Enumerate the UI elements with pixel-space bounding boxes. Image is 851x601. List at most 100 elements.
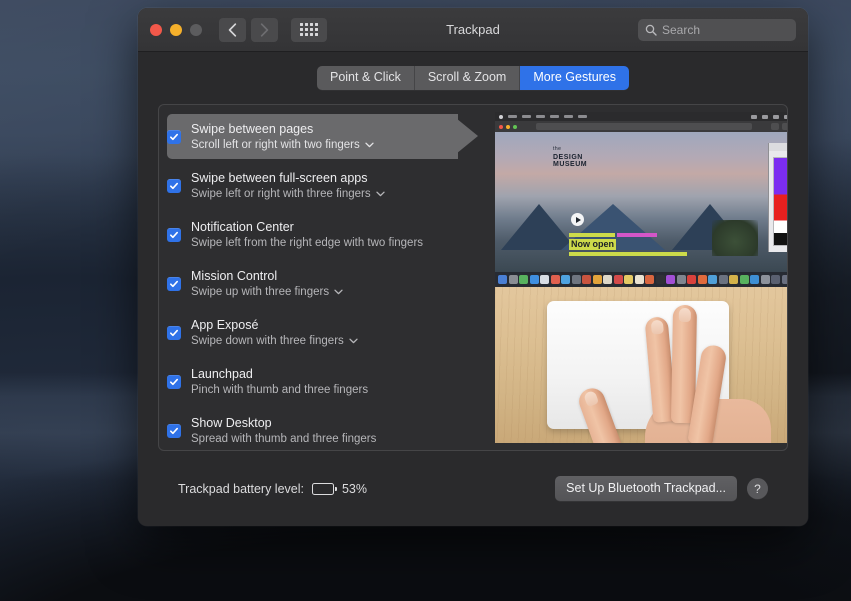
gesture-subtitle: Swipe left from the right edge with two … — [191, 237, 424, 249]
gesture-row-swipe-between-full-screen-apps[interactable]: Swipe between full-screen apps Swipe lef… — [159, 161, 491, 210]
chevron-left-icon — [228, 22, 237, 37]
footer-actions: Set Up Bluetooth Trackpad... ? — [555, 476, 768, 501]
close-button[interactable] — [150, 23, 162, 36]
gesture-subtitle-row: Swipe left from the right edge with two … — [191, 236, 423, 251]
gesture-subtitle-row: Swipe left or right with three fingers — [191, 187, 385, 202]
gesture-text: Mission Control Swipe up with three fing… — [191, 267, 343, 300]
zoom-button — [190, 23, 202, 36]
gesture-title: Launchpad — [191, 367, 253, 381]
gesture-list: Swipe between pages Scroll left or right… — [159, 105, 491, 450]
gesture-subtitle-row: Pinch with thumb and three fingers — [191, 383, 368, 398]
set-up-bluetooth-trackpad-button[interactable]: Set Up Bluetooth Trackpad... — [555, 476, 737, 501]
gesture-subtitle-row: Spread with thumb and three fingers — [191, 432, 376, 447]
gesture-subtitle: Spread with thumb and three fingers — [191, 433, 377, 445]
demo-play-icon — [571, 213, 584, 226]
battery-icon — [311, 482, 337, 495]
search-input[interactable] — [662, 23, 789, 37]
gesture-row-app-expose[interactable]: App Exposé Swipe down with three fingers — [159, 308, 491, 357]
window-body: Point & Click Scroll & Zoom More Gesture… — [138, 52, 808, 526]
gesture-title: Swipe between pages — [191, 122, 314, 136]
gesture-checkbox-app-expose[interactable] — [167, 325, 181, 340]
gesture-row-mission-control[interactable]: Mission Control Swipe up with three fing… — [159, 259, 491, 308]
gesture-row-notification-center[interactable]: Notification Center Swipe left from the … — [159, 210, 491, 259]
grid-icon — [300, 23, 318, 36]
gesture-text: Launchpad Pinch with thumb and three fin… — [191, 365, 368, 398]
desktop-wallpaper: Trackpad Point & Click Scroll & Zoom Mor… — [0, 0, 851, 601]
gesture-checkbox-swipe-between-full-screen-apps[interactable] — [167, 178, 181, 193]
gesture-title: App Exposé — [191, 318, 259, 332]
gesture-title: Swipe between full-screen apps — [191, 171, 368, 185]
checkbox-checked-icon — [167, 325, 181, 340]
tab-bar: Point & Click Scroll & Zoom More Gesture… — [158, 66, 788, 90]
search-field[interactable] — [638, 19, 796, 41]
checkbox-checked-icon — [167, 178, 181, 193]
gesture-checkbox-mission-control[interactable] — [167, 276, 181, 291]
checkbox-checked-icon — [167, 227, 181, 242]
gesture-subtitle: Swipe down with three fingers — [191, 335, 344, 347]
trackpad-battery-status: Trackpad battery level: 53% — [178, 482, 367, 496]
gesture-text: Swipe between full-screen apps Swipe lef… — [191, 169, 385, 202]
traffic-light-group — [150, 23, 202, 36]
gesture-title: Mission Control — [191, 269, 278, 283]
demo-site-logo-line1: the — [553, 146, 562, 152]
gesture-title: Show Desktop — [191, 416, 272, 430]
minimize-button[interactable] — [170, 23, 182, 36]
navigation-button-group — [219, 17, 278, 42]
apple-menu-icon — [499, 114, 503, 119]
gesture-title: Notification Center — [191, 220, 294, 234]
chevron-down-icon[interactable] — [349, 334, 358, 349]
gesture-checkbox-notification-center[interactable] — [167, 227, 181, 242]
chevron-down-icon[interactable] — [334, 285, 343, 300]
checkbox-checked-icon — [167, 276, 181, 291]
demo-site-logo-line3: MUSEUM — [553, 161, 588, 168]
back-button[interactable] — [219, 17, 246, 42]
search-icon — [645, 24, 657, 36]
gesture-row-swipe-between-pages[interactable]: Swipe between pages Scroll left or right… — [159, 112, 491, 161]
gesture-preview-hand-demo — [495, 287, 787, 443]
demo-second-window — [767, 143, 787, 252]
forward-button — [251, 17, 278, 42]
demo-site-logo-line2: DESIGN — [553, 153, 583, 161]
gesture-subtitle-row: Swipe down with three fingers — [191, 334, 358, 349]
gesture-row-show-desktop[interactable]: Show Desktop Spread with thumb and three… — [159, 406, 491, 450]
gesture-subtitle-row: Swipe up with three fingers — [191, 285, 343, 300]
gesture-text: App Exposé Swipe down with three fingers — [191, 316, 358, 349]
gesture-subtitle: Swipe up with three fingers — [191, 286, 330, 298]
demo-site-logo: the DESIGN MUSEUM — [553, 146, 587, 169]
checkmark-icon — [170, 133, 178, 140]
gesture-subtitle: Scroll left or right with two fingers — [191, 139, 360, 151]
checkmark-icon — [170, 378, 178, 385]
chevron-down-icon[interactable] — [365, 138, 374, 153]
demo-dock — [495, 272, 787, 287]
gesture-subtitle: Pinch with thumb and three fingers — [191, 384, 369, 396]
checkbox-checked-icon — [167, 129, 181, 144]
help-button[interactable]: ? — [747, 478, 768, 499]
show-all-button[interactable] — [291, 17, 327, 42]
demo-site-caption: Now open — [569, 239, 616, 250]
demo-menubar — [495, 112, 787, 121]
tab-scroll-and-zoom[interactable]: Scroll & Zoom — [414, 66, 521, 90]
window-footer: Trackpad battery level: 53% Set Up Bluet… — [158, 451, 788, 526]
gestures-panel: Swipe between pages Scroll left or right… — [158, 104, 788, 451]
gesture-checkbox-launchpad[interactable] — [167, 374, 181, 389]
gesture-text: Notification Center Swipe left from the … — [191, 218, 423, 251]
checkmark-icon — [170, 182, 178, 189]
checkmark-icon — [170, 231, 178, 238]
demo-webpage: the DESIGN MUSEUM Now open — [495, 132, 787, 272]
tab-more-gestures[interactable]: More Gestures — [520, 66, 630, 90]
gesture-checkbox-show-desktop[interactable] — [167, 423, 181, 438]
battery-label: Trackpad battery level: — [178, 481, 304, 496]
checkbox-checked-icon — [167, 374, 181, 389]
gesture-preview-screen-demo: the DESIGN MUSEUM Now open — [495, 112, 787, 287]
gesture-subtitle: Swipe left or right with three fingers — [191, 188, 371, 200]
demo-safari-toolbar — [495, 121, 787, 132]
checkmark-icon — [170, 427, 178, 434]
tab-point-and-click[interactable]: Point & Click — [316, 66, 415, 90]
gesture-row-launchpad[interactable]: Launchpad Pinch with thumb and three fin… — [159, 357, 491, 406]
window-titlebar: Trackpad — [138, 8, 808, 52]
checkbox-checked-icon — [167, 423, 181, 438]
gesture-checkbox-swipe-between-pages[interactable] — [167, 129, 181, 144]
checkmark-icon — [170, 280, 178, 287]
chevron-down-icon[interactable] — [375, 187, 385, 202]
gesture-text: Show Desktop Spread with thumb and three… — [191, 414, 376, 447]
